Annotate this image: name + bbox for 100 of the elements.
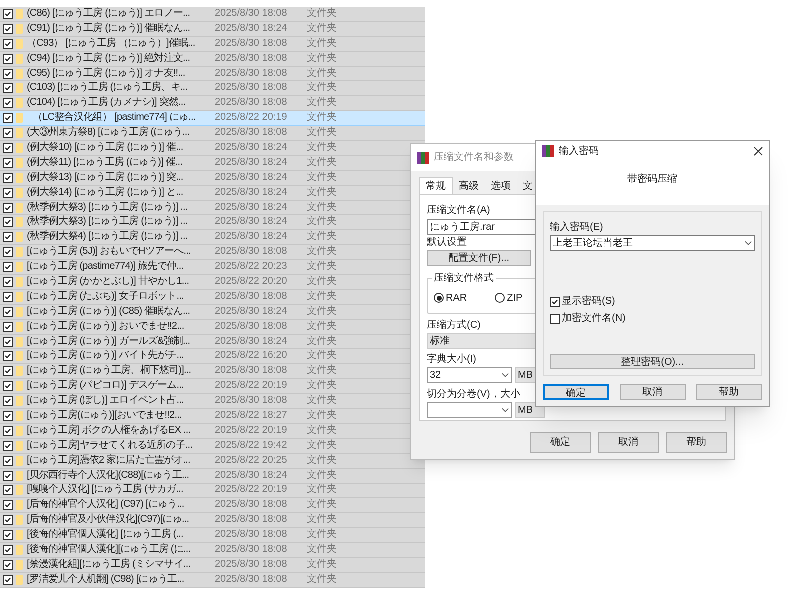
tab[interactable]: 常规: [419, 177, 453, 194]
file-type: 文件夹: [307, 574, 337, 586]
checkbox[interactable]: [3, 574, 13, 585]
file-row[interactable]: [贝尔西行寺个人汉化](C88)[にゅう工... 2025/8/30 18:24 文件夹: [0, 468, 425, 484]
file-row[interactable]: (C91) [にゅう工房 (にゅう)] 催眠なん... 2025/8/30 18:24 文件夹: [0, 22, 425, 37]
dialog-button[interactable]: 帮助: [696, 384, 762, 400]
checkbox[interactable]: [3, 426, 13, 436]
close-icon[interactable]: [754, 146, 763, 156]
folder-icon: [16, 68, 23, 78]
window-title: 输入密码: [559, 144, 600, 158]
file-row[interactable]: [後悔的神官個人漢化] [にゅう工房 (... 2025/8/30 18:08 文件夹: [0, 528, 425, 544]
file-type: 文件夹: [307, 231, 337, 244]
checkbox[interactable]: [3, 560, 13, 570]
checkbox[interactable]: [3, 366, 13, 376]
checkbox[interactable]: [3, 8, 13, 19]
file-name: [後悔的神官個人漢化] [にゅう工房 (...: [27, 529, 184, 542]
checkbox[interactable]: [3, 24, 13, 34]
file-row[interactable]: (C94) [にゅう工房 (にゅう)] 絶対注文... 2025/8/30 18:08 文件夹: [0, 52, 425, 67]
file-row[interactable]: [にゅう工房]憑依2 家に居た亡霊がオ... 2025/8/22 20:25 文件夹: [0, 454, 425, 469]
checkbox[interactable]: [3, 68, 13, 78]
file-name: [罗洁爱儿个人机翻] (C98) [にゅう工...: [27, 574, 184, 586]
radio-option[interactable]: ZIP: [495, 290, 523, 306]
file-name: [にゅう工房 (にゅう)] バイト先がチ...: [27, 350, 184, 362]
checkbox-option[interactable]: 显示密码(S): [550, 294, 755, 309]
checkbox[interactable]: [3, 54, 13, 64]
checkbox[interactable]: [3, 202, 13, 213]
checkbox[interactable]: [3, 98, 13, 108]
folder-icon: [16, 470, 23, 481]
checkbox[interactable]: [3, 276, 13, 287]
checkbox[interactable]: [3, 247, 13, 258]
checkbox[interactable]: [3, 292, 13, 302]
checkbox[interactable]: [3, 396, 13, 406]
checkbox[interactable]: [3, 470, 13, 481]
checkbox[interactable]: [3, 232, 13, 242]
file-row[interactable]: （C93） [にゅう工房 （にゅう）]催眠... 2025/8/30 18:08 文件夹: [0, 36, 425, 52]
file-row[interactable]: [后悔的神官个人汉化] (C97) [にゅう... 2025/8/30 18:08 文件夹: [0, 498, 425, 514]
modified-date: 2025/8/22 20:25: [215, 454, 288, 467]
folder-icon: [16, 381, 23, 392]
unit-dropdown[interactable]: MB: [515, 402, 545, 418]
checkbox[interactable]: [3, 188, 13, 198]
checkbox[interactable]: [3, 500, 13, 510]
folder-icon: [16, 38, 23, 49]
file-row[interactable]: [后悔的神官及小伙伴汉化](C97)[にゅ... 2025/8/30 18:08 文件夹: [0, 513, 425, 528]
modified-date: 2025/8/30 18:24: [215, 156, 288, 169]
file-type: 文件夹: [307, 52, 337, 65]
dialog-button[interactable]: 确定: [543, 384, 609, 400]
checkbox[interactable]: [3, 545, 13, 555]
file-row[interactable]: [罗洁爱儿个人机翻] (C98) [にゅう工... 2025/8/30 18:08 文件夹: [0, 572, 425, 588]
folder-icon: [16, 456, 23, 466]
organize-passwords-button[interactable]: 整理密码(O)...: [550, 354, 755, 369]
checkbox[interactable]: [3, 83, 13, 94]
checkbox[interactable]: [3, 158, 13, 168]
checkbox[interactable]: [3, 128, 13, 138]
folder-icon: [16, 322, 23, 332]
checkbox[interactable]: [3, 440, 13, 451]
checkbox[interactable]: [3, 306, 13, 317]
checkbox[interactable]: [3, 351, 13, 362]
checkbox[interactable]: [3, 381, 13, 392]
checkbox[interactable]: [3, 217, 13, 228]
checkbox[interactable]: [3, 322, 13, 332]
checkbox[interactable]: [3, 456, 13, 466]
checkbox[interactable]: [3, 262, 13, 272]
checkbox[interactable]: [3, 113, 13, 124]
dictionary-dropdown[interactable]: 32: [427, 367, 512, 383]
file-row[interactable]: (例大祭10) [にゅう工房 (にゅう)] 催... 2025/8/30 18:24 文件夹: [0, 141, 425, 156]
dialog-button[interactable]: 确定: [530, 432, 591, 453]
checkbox[interactable]: [3, 485, 13, 496]
file-name: [にゅう工房]ヤラせてくれる近所の子...: [27, 440, 192, 452]
file-type: 文件夹: [307, 440, 337, 452]
file-row[interactable]: [後悔的神官個人漢化][にゅう工房 (に... 2025/8/30 18:08 文件夹: [0, 543, 425, 558]
file-row[interactable]: [禁漫漢化組][にゅう工房 (ミシマサイ... 2025/8/30 18:08 文件夹: [0, 558, 425, 573]
password-field[interactable]: 上老王论坛当老王: [550, 235, 755, 251]
modified-date: 2025/8/22 16:20: [215, 350, 288, 362]
radio-option[interactable]: RAR: [434, 290, 468, 306]
checkbox[interactable]: [3, 172, 13, 183]
file-row[interactable]: (C103) [にゅう工房 (にゅう工房、キ... 2025/8/30 18:08 文件夹: [0, 81, 425, 96]
split-size-dropdown[interactable]: [427, 402, 512, 418]
checkbox[interactable]: [550, 314, 560, 324]
file-row[interactable]: (C95) [にゅう工房 (にゅう)] オナ友!!... 2025/8/30 18:08 文件夹: [0, 66, 425, 82]
file-row[interactable]: (C86) [にゅう工房 (にゅう)] エロノー... 2025/8/30 18:08 文件夹: [0, 7, 425, 22]
profiles-button[interactable]: 配置文件(F)...: [427, 250, 531, 266]
file-row[interactable]: （LC整合汉化组） [pastime774] にゅ... 2025/8/22 20:19 文件夹: [0, 111, 425, 126]
dialog-button[interactable]: 帮助: [666, 432, 727, 453]
checkbox[interactable]: [3, 530, 13, 540]
checkbox-option[interactable]: 加密文件名(N): [550, 311, 755, 326]
file-row[interactable]: (C104) [にゅう工房 (カメナシ)] 突然... 2025/8/30 18:08 文件夹: [0, 96, 425, 112]
file-name: (例大祭10) [にゅう工房 (にゅう)] 催...: [27, 142, 184, 154]
checkbox[interactable]: [3, 336, 13, 347]
file-row[interactable]: (大③州東方祭8) [にゅう工房 (にゅう... 2025/8/30 18:08 文件夹: [0, 126, 425, 142]
checkbox[interactable]: [3, 515, 13, 526]
checkbox[interactable]: [3, 142, 13, 153]
checkbox[interactable]: [3, 38, 13, 49]
file-name: [嘎嘎个人汉化] [にゅう工房 (サカガ...: [27, 484, 184, 496]
file-name: [にゅう工房 (かかとぶし)] 甘やかし1...: [27, 276, 190, 288]
file-name: [にゅう工房 (パピコロ)] デスゲーム...: [27, 380, 184, 392]
file-row[interactable]: [嘎嘎个人汉化] [にゅう工房 (サカガ... 2025/8/22 20:19 文件夹: [0, 484, 425, 498]
dialog-button[interactable]: 取消: [620, 384, 686, 400]
checkbox[interactable]: [550, 296, 560, 306]
dialog-button[interactable]: 取消: [598, 432, 659, 453]
checkbox[interactable]: [3, 410, 13, 421]
